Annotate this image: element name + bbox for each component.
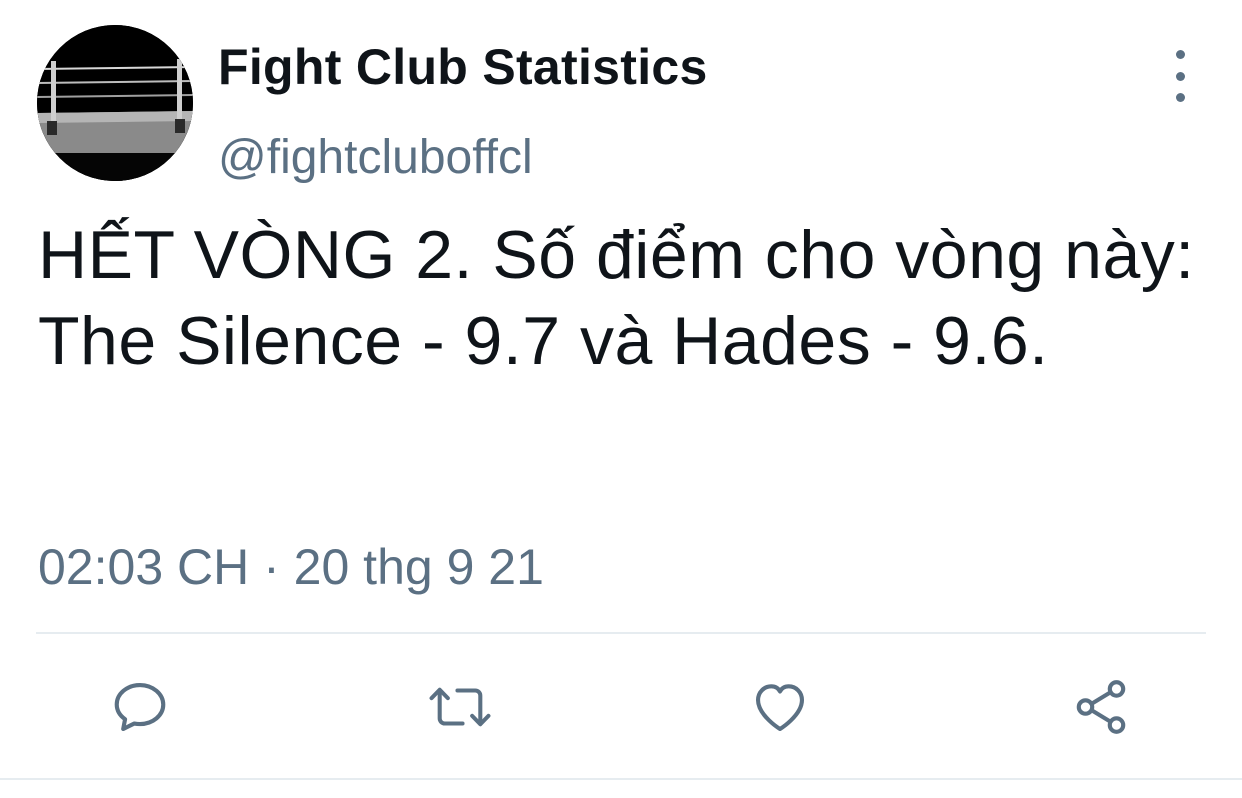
tweet-text: HẾT VÒNG 2. Số điểm cho vòng này: The Si… bbox=[38, 217, 1195, 379]
reply-icon bbox=[114, 682, 166, 732]
more-vertical-icon[interactable] bbox=[1160, 50, 1200, 102]
heart-icon bbox=[755, 684, 805, 732]
divider bbox=[0, 778, 1242, 780]
tweet-timestamp[interactable]: 02:03 CH · 20 thg 9 21 bbox=[38, 538, 544, 596]
reply-button[interactable] bbox=[105, 672, 175, 742]
like-button[interactable] bbox=[745, 672, 815, 742]
retweet-button[interactable] bbox=[425, 672, 495, 742]
author-handle[interactable]: @fightcluboffcl bbox=[218, 130, 533, 185]
share-button[interactable] bbox=[1066, 672, 1136, 742]
divider bbox=[36, 632, 1206, 634]
avatar[interactable] bbox=[37, 25, 193, 181]
author-display-name[interactable]: Fight Club Statistics bbox=[218, 38, 708, 96]
boxing-ring-avatar-icon bbox=[37, 25, 193, 181]
tweet-card: Fight Club Statistics @fightcluboffcl HẾ… bbox=[0, 0, 1242, 798]
retweet-icon bbox=[429, 687, 491, 727]
share-icon bbox=[1076, 680, 1126, 734]
